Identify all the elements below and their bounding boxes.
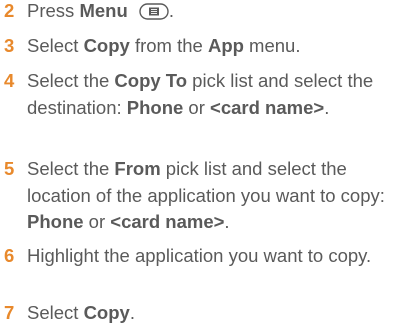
step-text-segment: . [224,211,230,232]
step-number: 7 [4,302,15,323]
bold-term: Phone [27,211,84,232]
step-text-segment: Select the [27,158,115,179]
bold-term: Copy [83,302,130,323]
step-number: 4 [4,70,15,91]
step-text: Press Menu . [27,0,409,25]
step-text-segment: . [168,0,175,21]
bold-term: Copy [83,35,130,56]
step-text-segment: from the [129,35,208,56]
step-number: 2 [4,0,15,21]
step-text-segment: or [83,211,111,232]
step-text-segment: Press [27,0,80,21]
step-text: Select Copy from the App menu. [27,33,409,60]
bold-term: Menu [79,0,128,21]
step-text-segment: Select [27,35,84,56]
step-text-segment: or [183,96,211,118]
bold-term: <card name> [110,211,225,232]
step-text: Select the Copy To pick list and select … [27,68,409,121]
step-text-segment: . [129,302,135,323]
step-text-segment: menu. [243,35,301,56]
menu-key-icon [139,1,169,20]
step-text-segment [128,0,133,21]
step-text: Select the From pick list and select the… [27,156,409,236]
step-number: 6 [4,245,15,266]
step-number: 3 [4,35,15,56]
step-text-segment: Select [27,302,84,323]
step-text-segment: Highlight the application you want to co… [27,245,372,266]
step-text-segment: Select the [27,70,115,91]
bold-term: App [207,35,244,56]
bold-term: <card name> [210,96,325,118]
bold-term: Copy To [114,70,188,91]
step-number: 5 [4,158,15,179]
step-text-segment: . [324,96,330,118]
bold-term: From [114,158,161,179]
step-text: Select Copy. [27,300,409,327]
step-text: Highlight the application you want to co… [27,243,409,270]
bold-term: Phone [126,96,184,118]
